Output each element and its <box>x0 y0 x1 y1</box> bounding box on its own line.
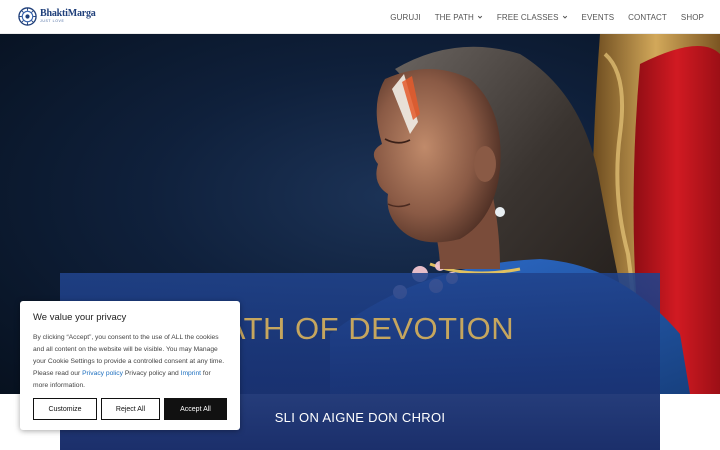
nav-item-guruji[interactable]: GURUJI <box>390 13 420 22</box>
cookie-text-part: Privacy policy and <box>122 370 181 377</box>
site-logo[interactable]: BhaktiMarga JUST LOVE <box>18 7 96 26</box>
nav-label: CONTACT <box>628 12 667 22</box>
nav-label: FREE CLASSES <box>496 12 559 22</box>
customize-button[interactable]: Customize <box>33 398 97 420</box>
logo-tagline: JUST LOVE <box>40 19 65 24</box>
cookie-buttons: Customize Reject All Accept All <box>33 398 227 420</box>
chevron-down-icon <box>477 15 482 19</box>
accept-all-button[interactable]: Accept All <box>164 398 227 420</box>
nav-item-contact[interactable]: CONTACT <box>628 13 667 22</box>
nav-item-the-path[interactable]: THE PATH <box>435 13 483 22</box>
nav-label: THE PATH <box>434 12 474 22</box>
imprint-link[interactable]: Imprint <box>181 370 201 377</box>
nav-label: SHOP <box>680 12 704 22</box>
chevron-down-icon <box>562 15 567 19</box>
nav-label: EVENTS <box>581 12 615 22</box>
nav-item-shop[interactable]: SHOP <box>681 13 704 22</box>
privacy-policy-link[interactable]: Privacy policy <box>82 370 123 377</box>
cookie-title: We value your privacy <box>33 312 127 323</box>
nav-item-free-classes[interactable]: FREE CLASSES <box>497 13 568 22</box>
main-nav: GURUJI THE PATH FREE CLASSES EVENTS CONT… <box>390 0 704 34</box>
site-header: BhaktiMarga JUST LOVE GURUJI THE PATH FR… <box>0 0 720 34</box>
mandala-logo-icon <box>18 7 37 26</box>
logo-name: BhaktiMarga <box>40 8 96 20</box>
nav-label: GURUJI <box>390 12 421 22</box>
cookie-text: By clicking “Accept”, you consent to the… <box>33 332 227 392</box>
cookie-consent-dialog: We value your privacy By clicking “Accep… <box>20 301 240 430</box>
reject-all-button[interactable]: Reject All <box>101 398 160 420</box>
nav-item-events[interactable]: EVENTS <box>582 13 615 22</box>
